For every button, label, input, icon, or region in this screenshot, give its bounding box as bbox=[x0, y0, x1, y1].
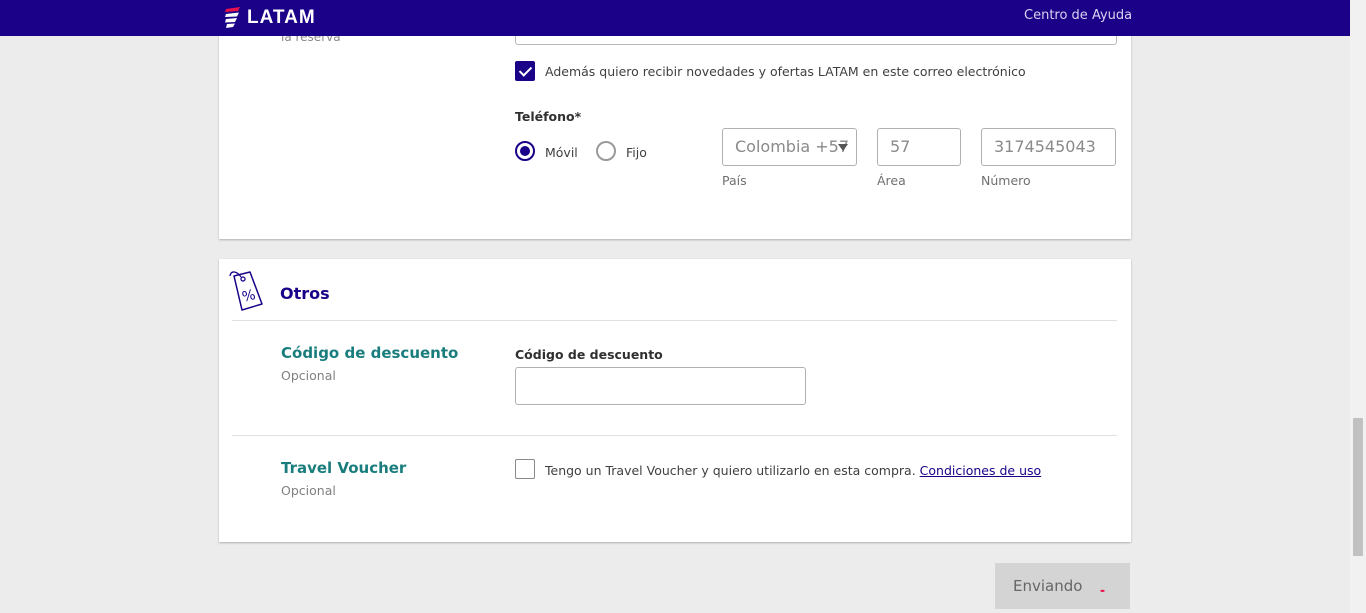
otros-card: % Otros Código de descuento Opcional Cód… bbox=[219, 259, 1131, 542]
discount-code-field-label: Código de descuento bbox=[515, 347, 663, 362]
travel-voucher-title: Travel Voucher bbox=[281, 459, 407, 477]
area-code-input[interactable]: 57 bbox=[877, 128, 961, 166]
submit-button[interactable]: Enviando bbox=[995, 563, 1130, 609]
country-caption: País bbox=[722, 173, 747, 188]
section-divider bbox=[232, 320, 1117, 321]
radio-fixed[interactable] bbox=[596, 141, 616, 161]
radio-fixed-label: Fijo bbox=[626, 145, 647, 160]
help-center-link[interactable]: Centro de Ayuda bbox=[1024, 8, 1132, 23]
travel-voucher-optional: Opcional bbox=[281, 483, 336, 498]
country-select[interactable]: Colombia +57 bbox=[722, 128, 857, 166]
travel-voucher-checkbox[interactable] bbox=[515, 459, 535, 479]
discount-code-input[interactable] bbox=[515, 367, 806, 405]
page-scrollbar[interactable] bbox=[1350, 0, 1366, 613]
discount-code-title: Código de descuento bbox=[281, 344, 459, 362]
submit-button-label: Enviando bbox=[1013, 577, 1083, 595]
travel-voucher-label: Tengo un Travel Voucher y quiero utiliza… bbox=[545, 463, 916, 478]
phone-number-input[interactable]: 3174545043 bbox=[981, 128, 1116, 166]
area-caption: Área bbox=[877, 173, 906, 188]
discount-tag-icon: % bbox=[229, 271, 263, 311]
latam-logo-icon bbox=[225, 7, 240, 28]
loading-spinner-icon bbox=[1099, 585, 1106, 592]
top-navigation-bar: LATAM Centro de Ayuda bbox=[0, 0, 1350, 36]
phone-number-value: 3174545043 bbox=[994, 137, 1096, 156]
radio-mobile[interactable] bbox=[515, 141, 535, 161]
svg-text:%: % bbox=[240, 287, 257, 306]
latam-logo[interactable]: LATAM bbox=[224, 6, 316, 30]
logo-text: LATAM bbox=[247, 7, 316, 28]
number-caption: Número bbox=[981, 173, 1031, 188]
radio-mobile-label: Móvil bbox=[545, 145, 578, 160]
phone-label: Teléfono* bbox=[515, 109, 582, 124]
discount-code-optional: Opcional bbox=[281, 368, 336, 383]
chevron-down-icon bbox=[838, 144, 848, 151]
section-divider bbox=[232, 435, 1117, 436]
terms-of-use-link[interactable]: Condiciones de uso bbox=[920, 463, 1041, 478]
scrollbar-thumb[interactable] bbox=[1353, 418, 1363, 556]
section-title-otros: Otros bbox=[280, 284, 330, 303]
newsletter-checkbox[interactable] bbox=[515, 61, 535, 81]
country-select-value: Colombia +57 bbox=[735, 137, 850, 156]
newsletter-label: Además quiero recibir novedades y oferta… bbox=[545, 64, 1026, 79]
travel-voucher-label-row: Tengo un Travel Voucher y quiero utiliza… bbox=[545, 463, 1041, 478]
area-code-value: 57 bbox=[890, 137, 911, 156]
